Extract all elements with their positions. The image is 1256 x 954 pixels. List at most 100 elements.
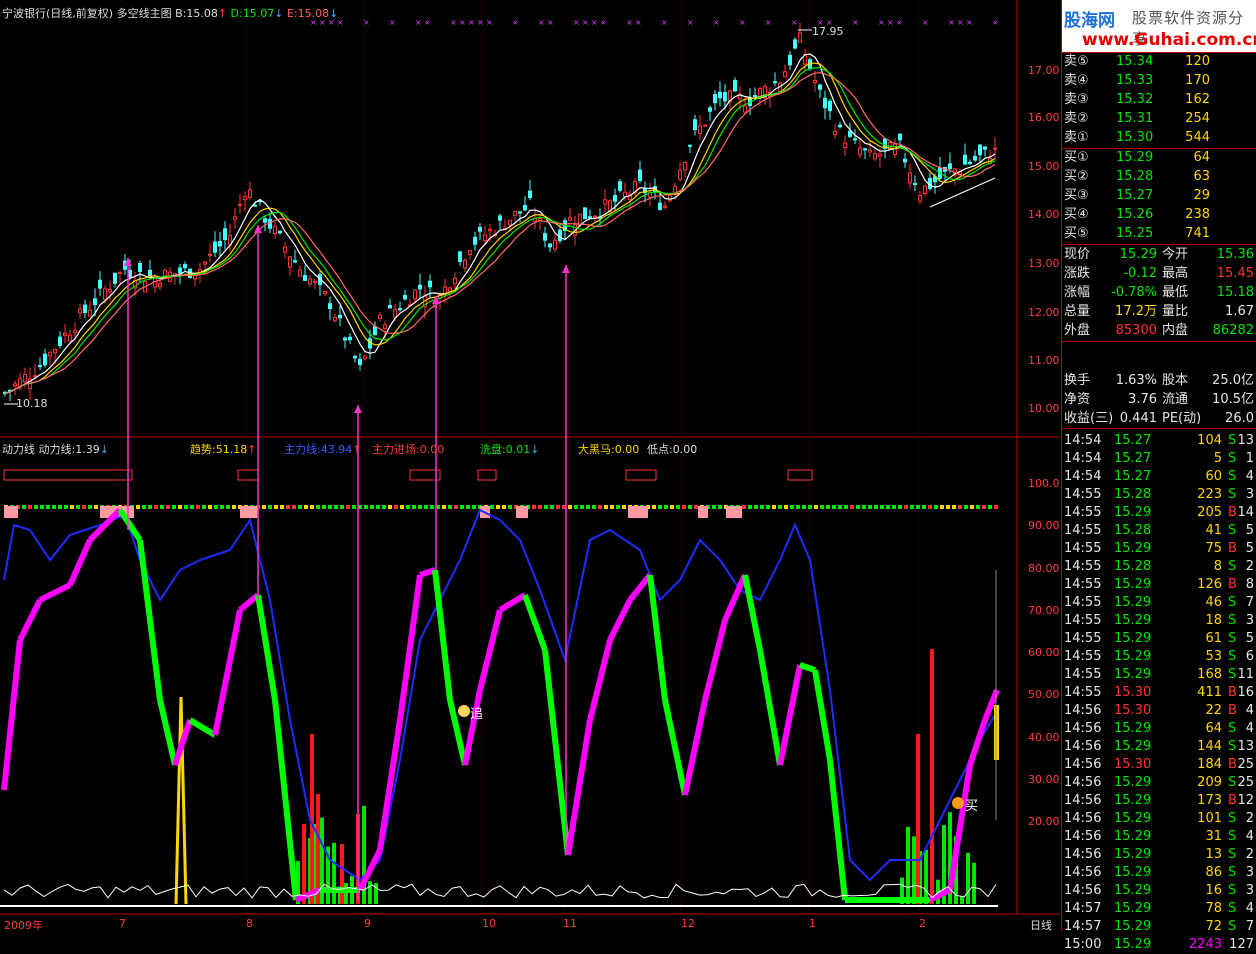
kline-chart[interactable]: × × × × × × × × × × × × × × × × × × × × × × × × × × × × × × × × × × × × × × × xyxy=(0,0,1060,931)
tick-price: 15.29 xyxy=(1114,829,1152,844)
signal-marker: × xyxy=(424,18,431,27)
tick-count: 16 xyxy=(1237,685,1254,700)
tick-price: 15.29 xyxy=(1114,793,1152,808)
candle-body xyxy=(903,158,907,163)
status-dot xyxy=(148,505,152,509)
status-dot xyxy=(994,505,998,509)
candle-body xyxy=(613,195,617,202)
tick-time: 14:57 xyxy=(1064,919,1102,934)
tick-count: 5 xyxy=(1245,523,1254,538)
site-logo[interactable]: 股海网 股票软件资源分享 www.Guhai.com.cn xyxy=(1062,0,1256,52)
chart-area[interactable]: × × × × × × × × × × × × × × × × × × × × × × × × × × × × × × × × × × × × × × × … xyxy=(0,0,1060,932)
status-dot xyxy=(22,505,26,509)
status-dot xyxy=(868,505,872,509)
candle-body xyxy=(498,215,502,221)
ask-price: 15.30 xyxy=(1116,130,1154,145)
status-dot xyxy=(226,505,230,509)
status-dot xyxy=(742,505,746,509)
tick-row: 14:56 15.29 64 S 4 xyxy=(1062,720,1256,738)
tick-count: 11 xyxy=(1237,667,1254,682)
tick-time: 14:55 xyxy=(1064,685,1102,700)
price-tick: 10.00 xyxy=(1028,402,1060,415)
status-dot xyxy=(352,505,356,509)
tick-price: 15.29 xyxy=(1114,865,1152,880)
status-dot xyxy=(802,505,806,509)
ask-volume: 170 xyxy=(1185,73,1210,88)
candle-body xyxy=(63,332,67,336)
tick-price: 15.29 xyxy=(1114,739,1152,754)
tick-count: 2 xyxy=(1245,847,1254,862)
candle-body xyxy=(253,204,257,207)
candle-body xyxy=(343,337,347,341)
status-dot xyxy=(928,505,932,509)
stat-label: 涨幅 xyxy=(1064,285,1091,300)
candle-body xyxy=(708,107,712,112)
candle-body xyxy=(298,269,302,277)
status-dot xyxy=(832,505,836,509)
tick-time: 14:57 xyxy=(1064,901,1102,916)
candle-body xyxy=(378,314,382,319)
status-dot xyxy=(844,505,848,509)
indicator-tick: 30.00 xyxy=(1028,773,1060,786)
status-dot xyxy=(658,505,662,509)
tick-row: 14:56 15.29 86 S 3 xyxy=(1062,864,1256,882)
tick-count: 2 xyxy=(1245,559,1254,574)
signal-marker: × xyxy=(948,18,955,27)
tick-volume: 5 xyxy=(1213,451,1222,466)
candle-body xyxy=(833,130,837,136)
tick-volume: 72 xyxy=(1205,919,1222,934)
candle-body xyxy=(543,233,547,241)
candle-body xyxy=(578,213,582,226)
status-dot xyxy=(382,505,386,509)
tick-time: 14:56 xyxy=(1064,865,1102,880)
status-dot xyxy=(310,505,314,509)
b-value: B:15.08 xyxy=(175,7,218,20)
dark-horse-value: 大黑马:0.00 xyxy=(578,443,640,456)
low-point-value: 低点:0.00 xyxy=(647,443,698,456)
stat-value: 15.36 xyxy=(1216,247,1254,262)
tick-time: 14:55 xyxy=(1064,667,1102,682)
candle-body xyxy=(328,303,332,310)
logo-brand: 股海网 xyxy=(1064,11,1115,31)
status-dot xyxy=(592,505,596,509)
tick-count: 7 xyxy=(1245,919,1254,934)
finance-label: 净资 xyxy=(1064,392,1091,407)
candle-body xyxy=(618,181,622,191)
tick-count: 7 xyxy=(1245,595,1254,610)
tick-volume: 61 xyxy=(1205,631,1222,646)
ask-price: 15.33 xyxy=(1116,73,1154,88)
bid-volume: 741 xyxy=(1185,226,1210,241)
status-dot xyxy=(538,505,542,509)
signal-marker: × xyxy=(486,18,493,27)
tick-count: 4 xyxy=(1245,703,1254,718)
candle-body xyxy=(523,205,527,211)
tick-count: 3 xyxy=(1245,487,1254,502)
tick-volume: 184 xyxy=(1197,757,1222,772)
ask-row: 卖② 15.31 254 xyxy=(1062,110,1256,128)
candle-body xyxy=(688,144,692,147)
tick-row: 14:57 15.29 78 S 4 xyxy=(1062,900,1256,918)
ask-row: 卖① 15.30 544 xyxy=(1062,129,1256,147)
signal-marker: × xyxy=(966,18,973,27)
tick-count: 2 xyxy=(1245,811,1254,826)
finance-value: 26.0 xyxy=(1225,411,1254,426)
finance-row: 换手 1.63% 股本 25.0亿 xyxy=(1062,372,1256,390)
candle-body xyxy=(13,383,17,387)
status-dot xyxy=(598,505,602,509)
candle-body xyxy=(453,277,457,285)
status-dot xyxy=(262,505,266,509)
tick-price: 15.29 xyxy=(1114,505,1152,520)
status-dot xyxy=(346,505,350,509)
indicator-tick: 50.00 xyxy=(1028,688,1060,701)
tick-volume: 46 xyxy=(1205,595,1222,610)
tick-volume: 41 xyxy=(1205,523,1222,538)
status-dot xyxy=(430,505,434,509)
signal-block xyxy=(516,506,528,518)
finance-value: 0.441 xyxy=(1119,411,1157,426)
date-label: 10 xyxy=(482,917,496,930)
status-dot xyxy=(286,505,290,509)
tick-price: 15.29 xyxy=(1114,541,1152,556)
candle-body xyxy=(923,185,927,195)
bid-price: 15.27 xyxy=(1116,188,1154,203)
stat-value: 17.2万 xyxy=(1115,304,1157,319)
